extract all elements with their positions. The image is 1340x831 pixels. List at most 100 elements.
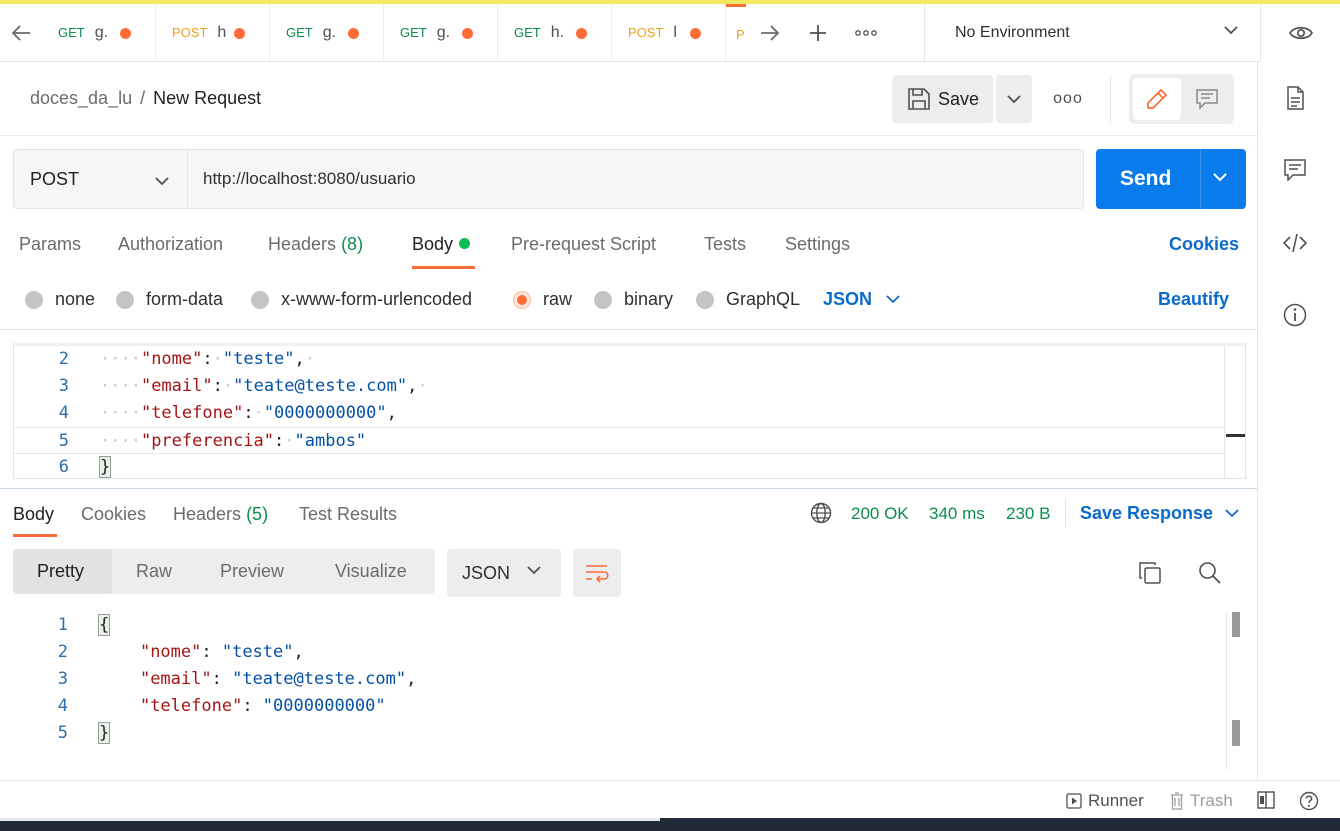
tab-settings[interactable]: Settings bbox=[785, 234, 850, 255]
radio-binary[interactable]: binary bbox=[594, 289, 673, 310]
viewer-scrollbar-thumb[interactable] bbox=[1232, 720, 1240, 746]
tab-body[interactable]: Body bbox=[412, 234, 471, 255]
radio-urlencoded[interactable]: x-www-form-urlencoded bbox=[251, 289, 472, 310]
json-key: "nome" bbox=[139, 642, 202, 662]
response-tab-test-results[interactable]: Test Results bbox=[299, 504, 397, 525]
tab-name: h. bbox=[550, 23, 565, 41]
viewer-scrollbar-thumb[interactable] bbox=[1232, 612, 1240, 637]
url-input[interactable]: http://localhost:8080/usuario bbox=[187, 149, 1084, 209]
response-tab-body[interactable]: Body bbox=[13, 504, 54, 525]
radio-none[interactable]: none bbox=[25, 289, 95, 310]
beautify-link[interactable]: Beautify bbox=[1158, 289, 1229, 310]
view-mode-toggle bbox=[1129, 74, 1234, 124]
network-globe-icon[interactable] bbox=[810, 502, 832, 529]
request-tab[interactable]: POST h bbox=[156, 3, 270, 62]
send-button[interactable]: Send bbox=[1096, 149, 1246, 209]
format-raw[interactable]: Raw bbox=[136, 549, 172, 594]
chevron-down-icon bbox=[527, 566, 541, 575]
radio-raw[interactable]: raw bbox=[513, 289, 572, 310]
raw-language-select[interactable]: JSON bbox=[823, 289, 900, 310]
more-actions-button[interactable]: ooo bbox=[1050, 82, 1086, 116]
request-tab[interactable]: GET g. bbox=[42, 3, 156, 62]
save-response-button[interactable]: Save Response bbox=[1080, 503, 1239, 524]
wrap-lines-icon[interactable] bbox=[573, 549, 621, 597]
save-options-dropdown[interactable] bbox=[996, 75, 1032, 123]
tab-options-icon[interactable] bbox=[842, 4, 890, 62]
request-config-tabs: Params Authorization Headers (8) Body Pr… bbox=[0, 222, 1257, 269]
response-language-select[interactable]: JSON bbox=[447, 549, 561, 597]
copy-icon[interactable] bbox=[1138, 561, 1162, 590]
trash-button[interactable]: Trash bbox=[1170, 791, 1233, 811]
help-icon[interactable] bbox=[1299, 791, 1325, 811]
tab-tests[interactable]: Tests bbox=[704, 234, 746, 255]
back-arrow-icon[interactable] bbox=[0, 4, 42, 62]
chevron-down-icon bbox=[886, 295, 900, 304]
divider bbox=[1065, 498, 1066, 528]
radio-circle bbox=[696, 290, 714, 309]
trash-icon bbox=[1171, 792, 1183, 810]
line-number: 4 bbox=[58, 403, 69, 423]
two-pane-view-icon[interactable] bbox=[1257, 791, 1281, 809]
tab-method: GET bbox=[400, 25, 427, 40]
format-pretty[interactable]: Pretty bbox=[13, 549, 112, 594]
radio-form-data[interactable]: form-data bbox=[116, 289, 223, 310]
code-text: ····"email":·"teate@teste.com",· bbox=[100, 376, 428, 396]
json-key: "preferencia" bbox=[140, 431, 275, 451]
radio-label: x-www-form-urlencoded bbox=[281, 289, 473, 309]
comment-mode-icon[interactable] bbox=[1183, 78, 1231, 120]
tab-headers[interactable]: Headers (8) bbox=[268, 234, 363, 255]
environment-quick-look-eye-icon[interactable] bbox=[1260, 4, 1340, 62]
response-tab-cookies[interactable]: Cookies bbox=[81, 504, 146, 525]
code-text: ····"preferencia":·"ambos" bbox=[100, 431, 367, 451]
tab-pre-request-script[interactable]: Pre-request Script bbox=[511, 234, 656, 255]
editor-scrollbar-track[interactable] bbox=[1224, 346, 1225, 478]
request-body-editor[interactable]: 2 ····"nome":·"teste",· 3 ····"email":·"… bbox=[13, 343, 1246, 479]
tab-name: g. bbox=[94, 23, 109, 41]
tab-params[interactable]: Params bbox=[19, 234, 81, 255]
http-method-select[interactable]: POST bbox=[13, 149, 187, 209]
runner-button[interactable]: Runner bbox=[1066, 791, 1144, 811]
format-visualize[interactable]: Visualize bbox=[335, 549, 407, 594]
environment-selector[interactable]: No Environment bbox=[924, 4, 1260, 62]
background-window-edge bbox=[0, 818, 660, 821]
cookies-link[interactable]: Cookies bbox=[1169, 234, 1239, 255]
response-size[interactable]: 230 B bbox=[1006, 504, 1050, 524]
tab-authorization[interactable]: Authorization bbox=[118, 234, 223, 255]
documentation-icon[interactable] bbox=[1283, 86, 1307, 110]
request-tab[interactable]: POST l bbox=[612, 3, 726, 62]
tab-name: g. bbox=[436, 23, 451, 41]
code-line: 5 } bbox=[13, 720, 1223, 747]
code-line: 3 ····"email":·"teate@teste.com",· bbox=[14, 373, 1224, 400]
request-tab[interactable]: GET g. bbox=[270, 3, 384, 62]
edit-mode-pencil-icon[interactable] bbox=[1133, 78, 1181, 120]
breadcrumb-request-name[interactable]: New Request bbox=[153, 88, 261, 108]
tab-method: GET bbox=[58, 25, 85, 40]
info-icon[interactable] bbox=[1283, 303, 1307, 327]
response-status-code[interactable]: 200 OK bbox=[851, 504, 909, 524]
send-options-chevron-down-icon[interactable] bbox=[1212, 169, 1228, 187]
status-bar: Runner Trash bbox=[0, 780, 1340, 818]
breadcrumb-collection[interactable]: doces_da_lu bbox=[30, 88, 132, 108]
radio-graphql[interactable]: GraphQL bbox=[696, 289, 800, 310]
comments-icon[interactable] bbox=[1283, 158, 1307, 182]
unsaved-dot-icon bbox=[690, 27, 701, 39]
active-request-tab[interactable]: P bbox=[726, 3, 746, 62]
line-number: 5 bbox=[57, 723, 68, 743]
save-button[interactable]: Save bbox=[892, 75, 993, 123]
search-icon[interactable] bbox=[1198, 561, 1222, 590]
request-tab[interactable]: GET h. bbox=[498, 3, 612, 62]
response-body-viewer[interactable]: 1 { 2 "nome": "teste", 3 "email": "teate… bbox=[13, 612, 1246, 772]
forward-arrow-icon[interactable] bbox=[746, 4, 794, 62]
response-pane-divider[interactable] bbox=[0, 488, 1257, 489]
code-snippet-icon[interactable] bbox=[1283, 231, 1307, 255]
response-time[interactable]: 340 ms bbox=[929, 504, 985, 524]
new-tab-plus-icon[interactable] bbox=[794, 4, 842, 62]
response-tab-headers[interactable]: Headers (5) bbox=[173, 504, 268, 525]
headers-count: (8) bbox=[341, 234, 364, 254]
viewer-scrollbar-track[interactable] bbox=[1226, 612, 1227, 770]
response-language-value: JSON bbox=[462, 562, 511, 583]
format-preview[interactable]: Preview bbox=[220, 549, 284, 594]
json-value: "0000000000" bbox=[262, 696, 386, 716]
request-tab[interactable]: GET g. bbox=[384, 3, 498, 62]
unsaved-dot-icon bbox=[234, 27, 245, 39]
